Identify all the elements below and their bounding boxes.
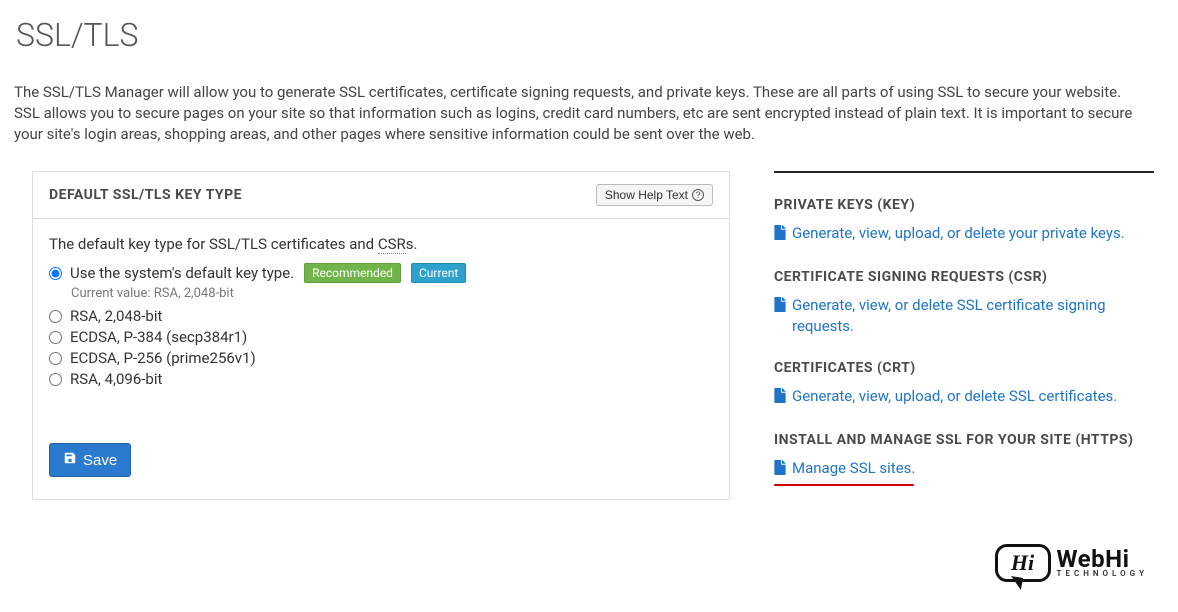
section-title: CERTIFICATES (CRT): [774, 360, 1154, 376]
option-label: Use the system's default key type.: [70, 264, 294, 282]
intro-text: The SSL/TLS Manager will allow you to ge…: [14, 82, 1144, 145]
option-label: ECDSA, P-384 (secp384r1): [70, 328, 247, 346]
sidebar-top-rule: [774, 171, 1154, 173]
section-title: CERTIFICATE SIGNING REQUESTS (CSR): [774, 269, 1154, 285]
link-csr[interactable]: Generate, view, or delete SSL certificat…: [774, 295, 1154, 336]
recommended-badge: Recommended: [304, 263, 401, 283]
radio-default[interactable]: [49, 267, 62, 280]
link-text: Generate, view, or delete SSL certificat…: [792, 295, 1154, 336]
radio-rsa4096[interactable]: [49, 373, 62, 386]
sidebar-section-private-keys: PRIVATE KEYS (KEY) Generate, view, uploa…: [774, 197, 1154, 245]
sidebar-section-install-ssl: INSTALL AND MANAGE SSL FOR YOUR SITE (HT…: [774, 432, 1154, 486]
question-icon: ?: [692, 189, 704, 201]
link-private-keys[interactable]: Generate, view, upload, or delete your p…: [774, 223, 1154, 245]
panel-subdesc: The default key type for SSL/TLS certifi…: [49, 235, 713, 253]
csr-abbrev: CSR: [378, 235, 406, 254]
watermark-logo: Hi WebHi TECHNOLOGY: [995, 544, 1148, 582]
subdesc-pre: The default key type for SSL/TLS certifi…: [49, 235, 378, 253]
file-icon: [774, 460, 786, 480]
watermark-sub: TECHNOLOGY: [1057, 570, 1148, 577]
file-icon: [774, 297, 786, 317]
watermark-brand: WebHi: [1057, 549, 1148, 571]
file-icon: [774, 225, 786, 245]
keytype-option-ecdsa384[interactable]: ECDSA, P-384 (secp384r1): [49, 328, 713, 346]
option-label: RSA, 2,048-bit: [70, 307, 162, 325]
link-text: Generate, view, upload, or delete SSL ce…: [792, 386, 1117, 406]
option-label: RSA, 4,096-bit: [70, 370, 162, 388]
keytype-option-default[interactable]: Use the system's default key type. Recom…: [49, 263, 713, 283]
file-icon: [774, 388, 786, 408]
sidebar-section-crt: CERTIFICATES (CRT) Generate, view, uploa…: [774, 360, 1154, 408]
sidebar-section-csr: CERTIFICATE SIGNING REQUESTS (CSR) Gener…: [774, 269, 1154, 336]
page-title: SSL/TLS: [16, 16, 1166, 54]
save-icon: [63, 451, 77, 469]
option-label: ECDSA, P-256 (prime256v1): [70, 349, 256, 367]
section-title: INSTALL AND MANAGE SSL FOR YOUR SITE (HT…: [774, 432, 1154, 448]
sidebar: PRIVATE KEYS (KEY) Generate, view, uploa…: [774, 171, 1154, 510]
keytype-option-ecdsa256[interactable]: ECDSA, P-256 (prime256v1): [49, 349, 713, 367]
link-text: Manage SSL sites.: [792, 458, 915, 478]
link-text: Generate, view, upload, or delete your p…: [792, 223, 1125, 243]
current-value-text: Current value: RSA, 2,048-bit: [71, 286, 713, 301]
radio-ecdsa384[interactable]: [49, 331, 62, 344]
help-button-label: Show Help Text: [605, 188, 688, 202]
subdesc-post: s.: [406, 235, 418, 253]
save-button-label: Save: [83, 452, 117, 469]
radio-rsa2048[interactable]: [49, 310, 62, 323]
section-title: PRIVATE KEYS (KEY): [774, 197, 1154, 213]
highlight-underline: [774, 484, 914, 486]
link-manage-ssl[interactable]: Manage SSL sites.: [774, 458, 1154, 480]
panel-heading: DEFAULT SSL/TLS KEY TYPE: [49, 187, 242, 203]
radio-ecdsa256[interactable]: [49, 352, 62, 365]
show-help-button[interactable]: Show Help Text ?: [596, 184, 713, 206]
link-crt[interactable]: Generate, view, upload, or delete SSL ce…: [774, 386, 1154, 408]
speech-bubble-icon: Hi: [995, 544, 1051, 582]
save-button[interactable]: Save: [49, 443, 131, 477]
current-badge: Current: [411, 263, 466, 283]
keytype-option-rsa4096[interactable]: RSA, 4,096-bit: [49, 370, 713, 388]
key-type-panel: DEFAULT SSL/TLS KEY TYPE Show Help Text …: [32, 171, 730, 500]
keytype-option-rsa2048[interactable]: RSA, 2,048-bit: [49, 307, 713, 325]
